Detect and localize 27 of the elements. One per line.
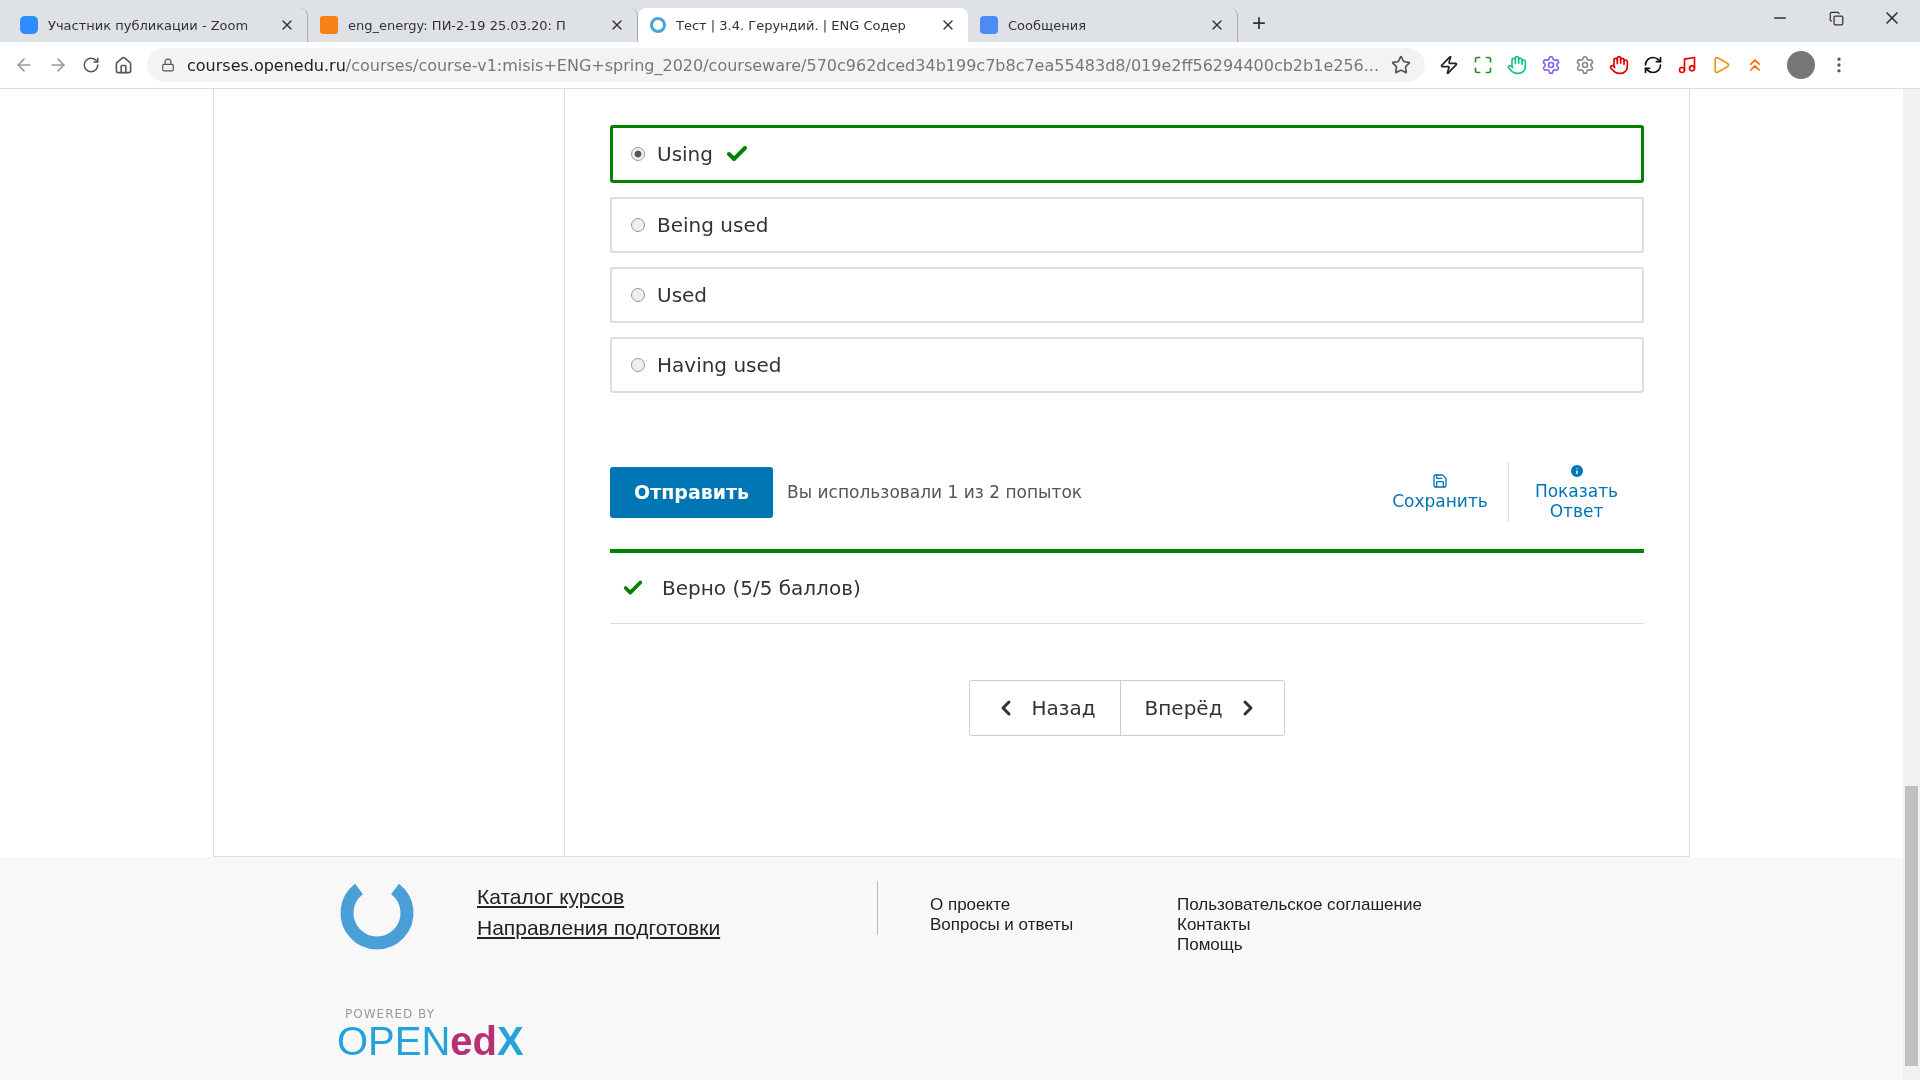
footer-link[interactable]: Помощь [1177,935,1477,955]
next-button[interactable]: Вперёд [1119,680,1286,736]
footer-link[interactable]: Пользовательское соглашение [1177,895,1477,915]
answer-option[interactable]: Used [610,267,1644,323]
show-answer-button[interactable]: Показать Ответ [1508,462,1644,522]
footer-link[interactable]: Направления подготовки [477,912,877,943]
url-text: courses.openedu.ru/courses/course-v1:misis+ENG+spring_2020/courseware/570c962dced34b199c7b8c7ea55483d8/019e2ff56294400cb2b1e256... [187,55,1380,75]
new-tab-button[interactable]: + [1246,8,1272,38]
option-label: Being used [657,213,769,237]
address-bar[interactable]: courses.openedu.ru/courses/course-v1:misis+ENG+spring_2020/courseware/570c962dced34b199c7b8c7ea55483d8/019e2ff56294400cb2b1e256... [147,48,1426,82]
footer-link[interactable]: Каталог курсов [477,881,877,912]
attempts-text: Вы использовали 1 из 2 попыток [787,482,1083,502]
answer-option[interactable]: Having used [610,337,1644,393]
result-text: Верно (5/5 баллов) [662,576,861,600]
previous-button[interactable]: Назад [968,680,1121,736]
footer-link[interactable]: О проекте [930,895,1177,915]
submit-button[interactable]: Отправить [610,466,774,518]
answer-option[interactable]: Using [610,125,1644,183]
save-button[interactable]: Сохранить [1372,472,1508,512]
powered-by-logo[interactable]: POWERED BY OPENedX [337,1006,524,1080]
footer-link[interactable]: Вопросы и ответы [930,915,1177,935]
answer-option[interactable]: Being used [610,197,1644,253]
footer-link[interactable]: Контакты [1177,915,1477,935]
option-label: Using [657,142,713,166]
option-label: Used [657,283,708,307]
option-label: Having used [657,353,782,377]
browser-tab[interactable]: Тест | 3.4. Герундий. | ENG Содер [638,8,968,42]
